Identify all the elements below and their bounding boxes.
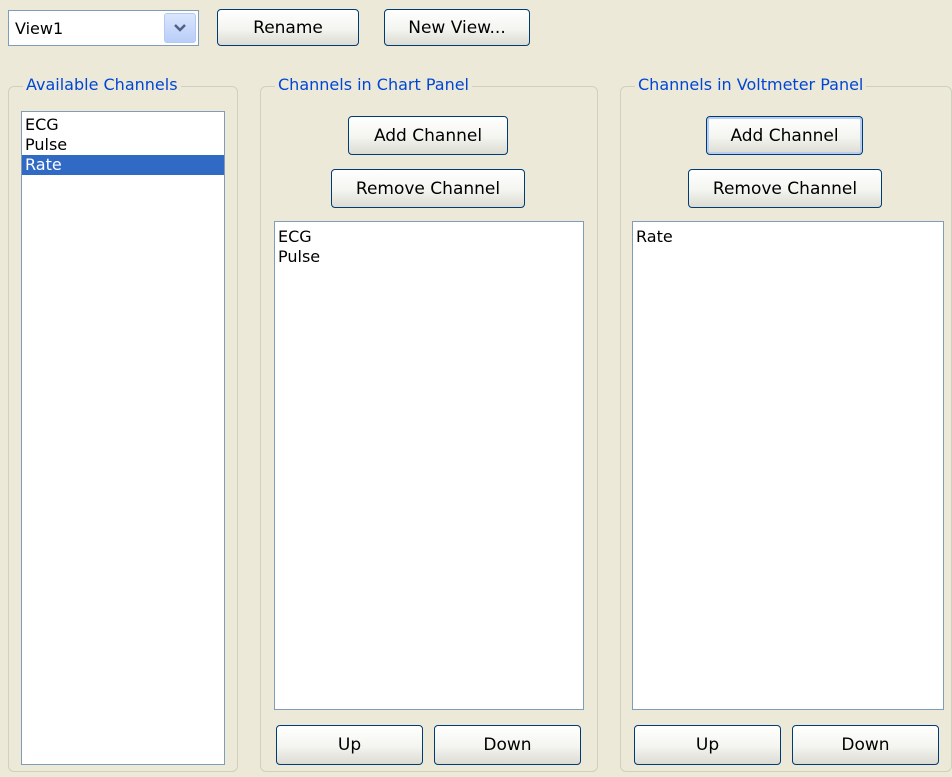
chart-up-button[interactable]: Up	[276, 725, 423, 765]
view-selector[interactable]: View1	[8, 10, 199, 46]
view-selector-dropdown-button[interactable]	[164, 13, 196, 43]
available-channels-list[interactable]: ECG Pulse Rate	[21, 111, 225, 765]
chart-down-button[interactable]: Down	[434, 725, 581, 765]
list-item-rate[interactable]: Rate	[633, 227, 943, 247]
voltmeter-channels-list[interactable]: Rate	[632, 221, 944, 710]
voltmeter-add-channel-button[interactable]: Add Channel	[706, 116, 863, 155]
chart-panel-title: Channels in Chart Panel	[275, 75, 472, 94]
rename-button[interactable]: Rename	[217, 9, 359, 46]
list-item-rate[interactable]: Rate	[22, 155, 224, 175]
new-view-button[interactable]: New View...	[384, 9, 530, 46]
voltmeter-up-button[interactable]: Up	[634, 725, 781, 765]
list-item-pulse[interactable]: Pulse	[22, 135, 224, 155]
voltmeter-remove-channel-button[interactable]: Remove Channel	[688, 169, 882, 208]
available-channels-title: Available Channels	[23, 75, 181, 94]
chart-add-channel-button[interactable]: Add Channel	[348, 116, 508, 155]
chevron-down-icon	[174, 24, 186, 32]
voltmeter-down-button[interactable]: Down	[792, 725, 939, 765]
list-item-ecg[interactable]: ECG	[275, 227, 583, 247]
chart-channels-list[interactable]: ECG Pulse	[274, 221, 584, 710]
voltmeter-panel-title: Channels in Voltmeter Panel	[635, 75, 867, 94]
view-selector-value: View1	[15, 19, 64, 38]
list-item-ecg[interactable]: ECG	[22, 115, 224, 135]
chart-remove-channel-button[interactable]: Remove Channel	[331, 169, 525, 208]
list-item-pulse[interactable]: Pulse	[275, 247, 583, 267]
